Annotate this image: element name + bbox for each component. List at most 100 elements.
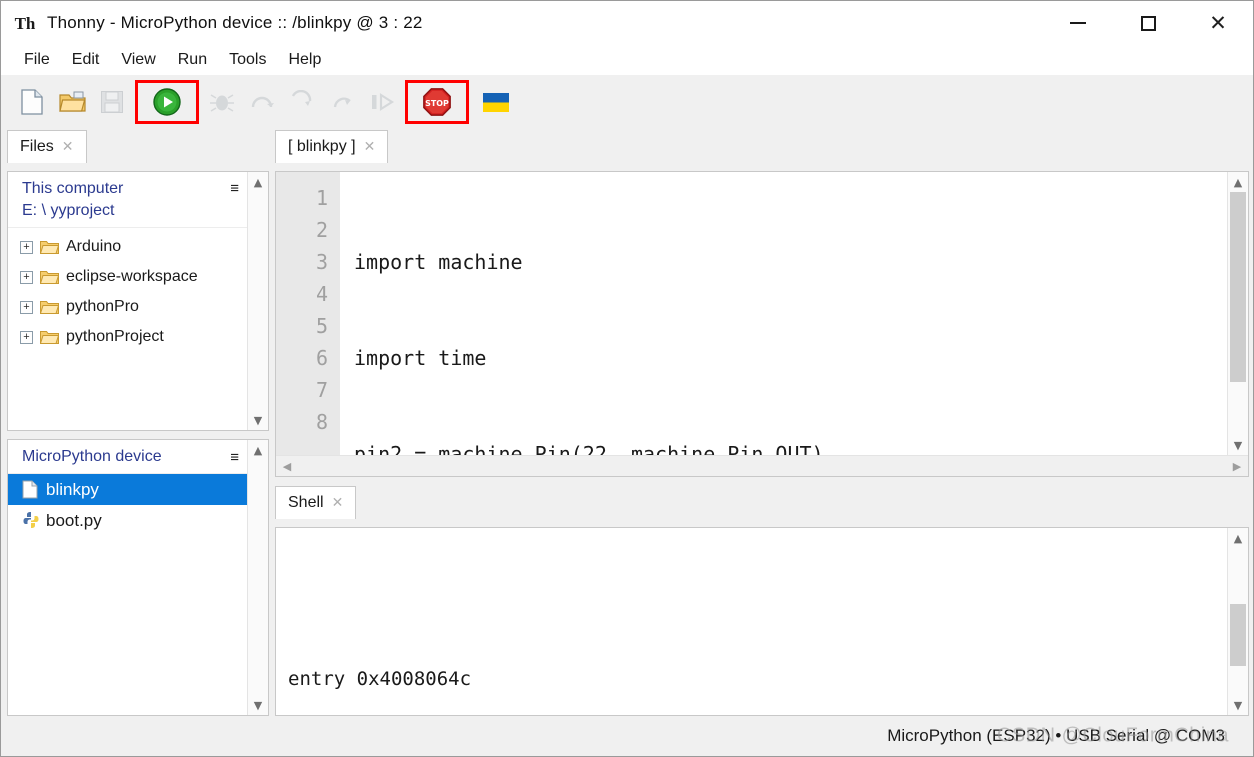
run-current-script-icon[interactable] [148, 83, 186, 121]
scroll-down-icon[interactable]: ▼ [1228, 435, 1248, 455]
expand-icon[interactable]: + [20, 240, 33, 254]
device-panel: MicroPython device ≡ blinkpy boot.py ▲ ▼ [7, 439, 269, 716]
scroll-right-icon[interactable]: ▶ [1226, 456, 1248, 476]
line-number: 7 [315, 378, 328, 402]
step-over-icon[interactable] [243, 83, 281, 121]
this-computer-label: This computer [22, 180, 124, 197]
scroll-down-icon[interactable]: ▼ [248, 410, 268, 430]
scroll-thumb[interactable] [1230, 603, 1246, 666]
close-icon[interactable]: ✕ [332, 494, 344, 511]
scroll-track[interactable] [298, 456, 1226, 476]
current-path-label: E: \ yyproject [22, 201, 115, 219]
scroll-up-icon[interactable]: ▲ [1228, 528, 1248, 548]
tab-editor-label: [ blinkpy ] [288, 137, 356, 155]
folder-icon [39, 269, 60, 285]
scroll-left-icon[interactable]: ◀ [276, 456, 298, 476]
menu-item-tools[interactable]: Tools [218, 48, 277, 72]
svg-text:STOP: STOP [425, 99, 449, 108]
close-icon[interactable]: ✕ [62, 138, 74, 155]
shell-scrollbar[interactable]: ▲ ▼ [1227, 528, 1248, 715]
close-icon[interactable]: ✕ [364, 138, 376, 155]
resume-icon[interactable] [363, 83, 401, 121]
device-list-item-label: boot.py [46, 510, 102, 530]
scroll-track[interactable] [1228, 548, 1248, 695]
save-file-icon[interactable] [93, 83, 131, 121]
scroll-down-icon[interactable]: ▼ [1228, 695, 1248, 715]
interpreter-status-label[interactable]: MicroPython (ESP32) • USB Serial @ COM3 [887, 726, 1225, 746]
scroll-track[interactable] [248, 192, 268, 410]
editor-vertical-scrollbar[interactable]: ▲ ▼ [1227, 172, 1248, 455]
editor-tabstrip: [ blinkpy ] ✕ [275, 129, 1249, 163]
step-out-icon[interactable] [323, 83, 361, 121]
minimize-button[interactable] [1043, 1, 1113, 45]
close-icon: ✕ [1209, 10, 1227, 35]
run-button-highlight-box [135, 80, 199, 124]
line-number: 4 [315, 282, 328, 306]
menu-item-file[interactable]: File [13, 48, 61, 72]
thonny-logo-icon: Th [14, 13, 36, 33]
shell-line: entry 0x4008064c [288, 668, 472, 690]
code-editor-panel: 1 2 3 4 5 6 7 8 import machine import ti… [275, 171, 1249, 477]
device-scrollbar[interactable]: ▲ ▼ [247, 440, 268, 715]
title-bar: Th Thonny - MicroPython device :: /blink… [1, 1, 1253, 45]
expand-icon[interactable]: + [20, 270, 33, 284]
expand-icon[interactable]: + [20, 300, 33, 314]
scroll-track[interactable] [248, 460, 268, 695]
maximize-button[interactable] [1113, 1, 1183, 45]
scroll-up-icon[interactable]: ▲ [248, 172, 268, 192]
tree-item-label: Arduino [66, 238, 122, 256]
window-controls: ✕ [1043, 1, 1253, 45]
file-icon [22, 480, 38, 499]
expand-icon[interactable]: + [20, 330, 33, 344]
close-button[interactable]: ✕ [1183, 1, 1253, 45]
line-number: 6 [315, 346, 328, 370]
line-number: 5 [315, 314, 328, 338]
step-into-icon[interactable] [283, 83, 321, 121]
tree-item[interactable]: + eclipse-workspace [8, 262, 247, 292]
code-text-area[interactable]: import machine import time pin2 = machin… [340, 172, 1227, 455]
line-number: 8 [315, 410, 328, 434]
stop-button-highlight-box: STOP [405, 80, 469, 124]
tree-item[interactable]: + pythonProject [8, 322, 247, 352]
menu-item-edit[interactable]: Edit [61, 48, 111, 72]
tab-editor-blinkpy[interactable]: [ blinkpy ] ✕ [275, 130, 389, 163]
main-area: Files ✕ This computer E: \ yyproject ≡ +… [1, 129, 1253, 716]
stop-icon[interactable]: STOP [418, 83, 456, 121]
debug-current-script-icon[interactable] [203, 83, 241, 121]
tab-shell[interactable]: Shell ✕ [275, 486, 357, 519]
window-title: Thonny - MicroPython device :: /blinkpy … [47, 13, 423, 32]
menu-item-view[interactable]: View [110, 48, 166, 72]
folder-icon [39, 239, 60, 255]
files-scrollbar[interactable]: ▲ ▼ [247, 172, 268, 430]
open-file-icon[interactable] [53, 83, 91, 121]
new-file-icon[interactable] [13, 83, 51, 121]
tree-item[interactable]: + Arduino [8, 232, 247, 262]
device-header: MicroPython device ≡ [8, 440, 247, 474]
shell-tabstrip: Shell ✕ [275, 485, 1249, 519]
shell-clipped-line [288, 594, 1227, 602]
scroll-up-icon[interactable]: ▲ [1228, 172, 1248, 192]
files-tree: + Arduino + eclipse-workspace + pythonPr… [8, 228, 247, 430]
scroll-track[interactable] [1228, 192, 1248, 435]
shell-panel: entry 0x4008064c MicroPython v1.20.0 on … [275, 527, 1249, 716]
tree-item[interactable]: + pythonPro [8, 292, 247, 322]
device-menu-icon[interactable]: ≡ [230, 447, 239, 466]
folder-icon [39, 329, 60, 345]
tab-files[interactable]: Files ✕ [7, 130, 87, 163]
line-number: 3 [315, 250, 328, 274]
scroll-thumb[interactable] [1230, 192, 1246, 382]
tab-shell-label: Shell [288, 493, 324, 511]
scroll-down-icon[interactable]: ▼ [248, 695, 268, 715]
files-tabstrip: Files ✕ [7, 129, 269, 163]
device-list-item-blinkpy[interactable]: blinkpy [8, 474, 247, 505]
ukraine-flag-icon[interactable] [483, 92, 509, 112]
editor-horizontal-scrollbar[interactable]: ◀ ▶ [276, 455, 1248, 476]
shell-output[interactable]: entry 0x4008064c MicroPython v1.20.0 on … [276, 528, 1227, 715]
menu-item-help[interactable]: Help [277, 48, 332, 72]
device-list-item-boot-py[interactable]: boot.py [8, 505, 247, 536]
thonny-window: Th Thonny - MicroPython device :: /blink… [0, 0, 1254, 757]
device-list-item-label: blinkpy [46, 479, 99, 499]
menu-item-run[interactable]: Run [167, 48, 218, 72]
files-menu-icon[interactable]: ≡ [230, 178, 239, 197]
scroll-up-icon[interactable]: ▲ [248, 440, 268, 460]
